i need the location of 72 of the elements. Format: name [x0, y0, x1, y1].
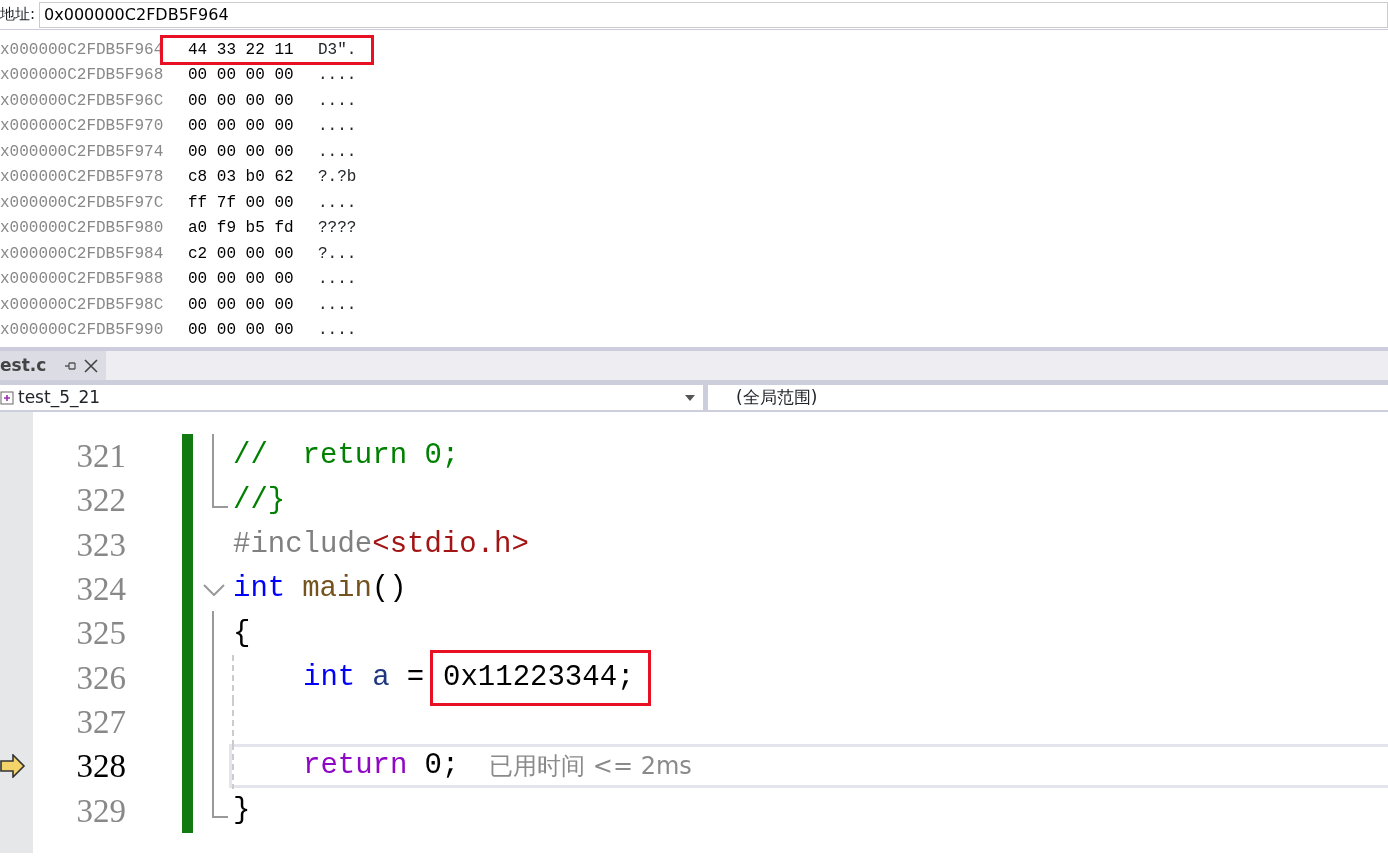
memory-address: x000000C2FDB5F96C	[0, 90, 165, 112]
memory-ascii: ....	[318, 320, 357, 342]
code-text: int	[233, 571, 286, 608]
memory-bytes: 00 00 00 00	[188, 294, 295, 316]
memory-bytes: a0 f9 b5 fd	[188, 218, 295, 240]
memory-ascii: ....	[318, 116, 357, 138]
member-dropdown[interactable]: (全局范围)	[708, 385, 1388, 410]
code-text: <stdio.h>	[372, 527, 529, 563]
code-text: main	[302, 571, 372, 608]
memory-address: x000000C2FDB5F964	[0, 39, 165, 61]
line-number: 324	[75, 570, 126, 610]
memory-bytes: 00 00 00 00	[188, 269, 295, 291]
memory-ascii: ....	[318, 65, 357, 87]
code-text: a	[372, 659, 390, 696]
code-text: {	[233, 615, 251, 652]
highlighted-code: 0x11223344;	[430, 649, 652, 706]
memory-ascii: ....	[318, 294, 357, 316]
code-text: }	[233, 792, 251, 829]
code-text: ()	[371, 571, 407, 608]
code-text: #include	[233, 527, 373, 563]
memory-address: x000000C2FDB5F978	[0, 167, 165, 189]
memory-bytes: 44 33 22 11	[188, 39, 295, 61]
code-text: =	[406, 659, 425, 696]
pin-icon[interactable]	[64, 359, 77, 372]
memory-bytes: 00 00 00 00	[188, 65, 295, 87]
memory-address: x000000C2FDB5F974	[0, 141, 165, 163]
memory-address: x000000C2FDB5F968	[0, 65, 165, 87]
memory-address: x000000C2FDB5F990	[0, 320, 165, 342]
class-icon	[0, 390, 14, 405]
memory-ascii: ....	[318, 141, 357, 163]
memory-address: x000000C2FDB5F980	[0, 218, 165, 240]
line-number: 329	[75, 791, 126, 831]
memory-bytes: 00 00 00 00	[188, 90, 295, 112]
memory-bytes: ff 7f 00 00	[188, 192, 295, 214]
memory-ascii: ?.?b	[318, 167, 357, 189]
close-icon[interactable]	[84, 358, 99, 373]
elapsed-time-hint: 已用时间 <= 2ms	[489, 751, 692, 783]
code-text: int	[303, 659, 356, 696]
collapse-icon[interactable]	[203, 583, 225, 596]
memory-bytes: c2 00 00 00	[188, 243, 295, 265]
line-number: 328	[75, 747, 126, 787]
memory-bytes: c8 03 b0 62	[188, 167, 295, 189]
line-number: 325	[75, 614, 126, 654]
memory-bytes: 00 00 00 00	[188, 141, 295, 163]
line-number: 327	[75, 702, 126, 742]
address-field[interactable]: 0x000000C2FDB5F964	[39, 1, 1388, 28]
scope-dropdown[interactable]: test_5_21	[0, 385, 703, 410]
scope-name: test_5_21	[18, 385, 102, 410]
address-label: 地址:	[0, 4, 37, 26]
memory-address: x000000C2FDB5F98C	[0, 294, 165, 316]
line-number: 326	[75, 658, 126, 698]
code-text: //}	[233, 482, 286, 519]
line-number: 323	[75, 525, 126, 565]
memory-ascii: ....	[318, 269, 357, 291]
memory-ascii: ....	[318, 90, 357, 112]
code-text: 0;	[424, 748, 460, 785]
memory-address: x000000C2FDB5F988	[0, 269, 165, 291]
line-number: 321	[75, 437, 126, 477]
line-number: 322	[75, 481, 126, 521]
memory-ascii: ....	[318, 192, 357, 214]
memory-address: x000000C2FDB5F970	[0, 116, 165, 138]
memory-bytes: 00 00 00 00	[188, 116, 295, 138]
code-text: return	[303, 748, 408, 785]
caret-icon[interactable]	[685, 394, 695, 401]
document-tab[interactable]: est.c	[0, 351, 107, 380]
memory-ascii: ?...	[318, 243, 357, 265]
memory-address: x000000C2FDB5F97C	[0, 192, 165, 214]
memory-bytes: 00 00 00 00	[188, 320, 295, 342]
memory-address: x000000C2FDB5F984	[0, 243, 165, 265]
memory-ascii: D3″.	[318, 39, 357, 61]
memory-ascii: ????	[318, 218, 357, 240]
code-text: // return 0;	[233, 438, 460, 475]
